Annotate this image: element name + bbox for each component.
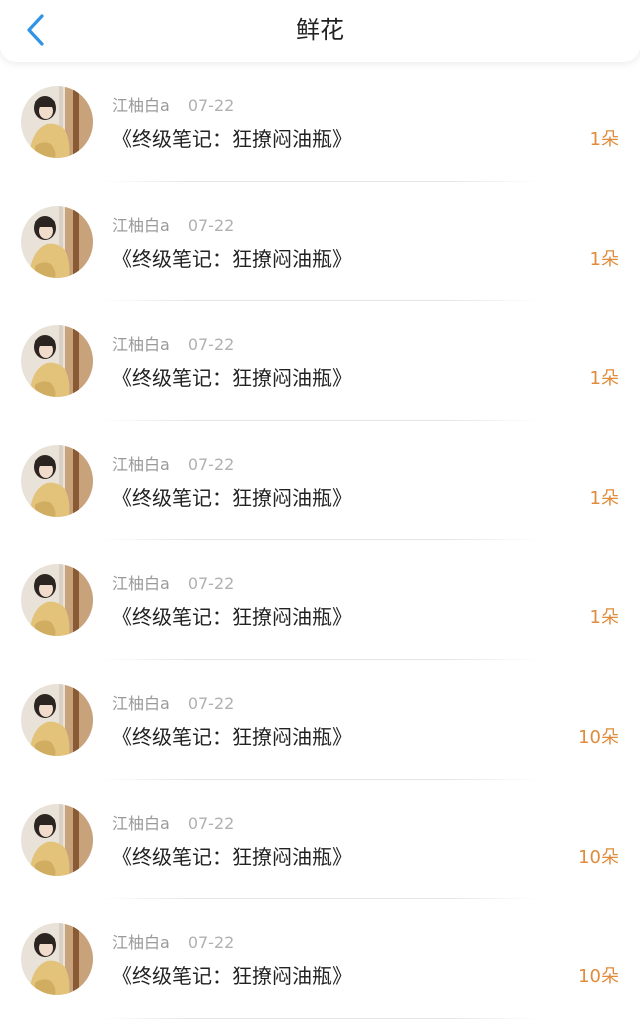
book-title: 《终级笔记：狂撩闷油瓶》 <box>112 964 352 989</box>
item-meta: 江柚白a 07-22 <box>112 335 234 355</box>
list-item[interactable]: 江柚白a 07-22 《终级笔记：狂撩闷油瓶》 1朵 <box>0 540 640 660</box>
user-name[interactable]: 江柚白a <box>112 694 170 713</box>
user-name[interactable]: 江柚白a <box>112 933 170 952</box>
flower-list: 江柚白a 07-22 《终级笔记：狂撩闷油瓶》 1朵 江柚白a 07-22 《终级笔… <box>0 62 640 1019</box>
user-name[interactable]: 江柚白a <box>112 455 170 474</box>
list-item[interactable]: 江柚白a 07-22 《终级笔记：狂撩闷油瓶》 10朵 <box>0 899 640 1019</box>
row-divider <box>100 1017 540 1019</box>
item-meta: 江柚白a 07-22 <box>112 814 234 834</box>
flower-count: 1朵 <box>589 248 619 270</box>
avatar[interactable] <box>21 923 93 996</box>
item-meta: 江柚白a 07-22 <box>112 933 234 953</box>
flower-count: 1朵 <box>589 129 619 150</box>
book-title: 《终级笔记：狂撩闷油瓶》 <box>112 605 352 630</box>
book-title: 《终级笔记：狂撩闷油瓶》 <box>112 366 352 391</box>
list-item[interactable]: 江柚白a 07-22 《终级笔记：狂撩闷油瓶》 10朵 <box>0 660 640 780</box>
avatar-photo <box>21 444 93 517</box>
item-date: 07-22 <box>187 813 235 833</box>
item-meta: 江柚白a 07-22 <box>112 96 234 116</box>
avatar-photo <box>21 683 93 756</box>
list-item[interactable]: 江柚白a 07-22 《终级笔记：狂撩闷油瓶》 1朵 <box>0 421 640 541</box>
page-title: 鲜花 <box>296 16 344 44</box>
item-date: 07-22 <box>187 693 235 713</box>
item-meta: 江柚白a 07-22 <box>112 455 234 475</box>
item-date: 07-22 <box>187 215 235 235</box>
avatar[interactable] <box>21 444 93 517</box>
user-name[interactable]: 江柚白a <box>112 814 170 833</box>
avatar[interactable] <box>21 325 93 398</box>
avatar-photo <box>21 205 93 278</box>
flower-count: 1朵 <box>589 607 619 629</box>
book-title: 《终级笔记：狂撩闷油瓶》 <box>112 246 352 271</box>
list-item[interactable]: 江柚白a 07-22 《终级笔记：狂撩闷油瓶》 1朵 <box>0 182 640 302</box>
user-name[interactable]: 江柚白a <box>112 574 170 593</box>
avatar-photo <box>21 564 93 637</box>
flower-count: 10朵 <box>578 966 619 988</box>
user-name[interactable]: 江柚白a <box>112 96 170 115</box>
user-name[interactable]: 江柚白a <box>112 216 170 235</box>
list-item[interactable]: 江柚白a 07-22 《终级笔记：狂撩闷油瓶》 10朵 <box>0 780 640 900</box>
flower-count: 1朵 <box>589 368 619 390</box>
avatar-photo <box>21 803 93 876</box>
avatar[interactable] <box>21 683 93 756</box>
user-name[interactable]: 江柚白a <box>112 335 170 354</box>
list-item[interactable]: 江柚白a 07-22 《终级笔记：狂撩闷油瓶》 1朵 <box>0 301 640 421</box>
list-item[interactable]: 江柚白a 07-22 《终级笔记：狂撩闷油瓶》 1朵 <box>0 62 640 182</box>
item-meta: 江柚白a 07-22 <box>112 574 234 594</box>
flower-count: 10朵 <box>578 726 619 748</box>
top-bar: 鲜花 <box>0 0 640 62</box>
book-title: 《终级笔记：狂撩闷油瓶》 <box>112 127 352 151</box>
avatar[interactable] <box>21 803 93 876</box>
avatar[interactable] <box>21 86 93 158</box>
book-title: 《终级笔记：狂撩闷油瓶》 <box>112 724 352 749</box>
item-meta: 江柚白a 07-22 <box>112 694 234 714</box>
avatar[interactable] <box>21 205 93 278</box>
avatar-photo <box>21 923 93 996</box>
item-date: 07-22 <box>187 574 235 594</box>
item-date: 07-22 <box>187 335 235 355</box>
avatar[interactable] <box>21 564 93 637</box>
item-date: 07-22 <box>187 96 235 115</box>
book-title: 《终级笔记：狂撩闷油瓶》 <box>112 485 352 510</box>
item-meta: 江柚白a 07-22 <box>112 216 234 236</box>
avatar-photo <box>21 86 93 158</box>
book-title: 《终级笔记：狂撩闷油瓶》 <box>112 844 352 869</box>
item-date: 07-22 <box>187 454 235 474</box>
avatar-photo <box>21 325 93 398</box>
flower-count: 1朵 <box>589 487 619 509</box>
item-date: 07-22 <box>187 933 235 953</box>
flower-count: 10朵 <box>578 846 619 868</box>
